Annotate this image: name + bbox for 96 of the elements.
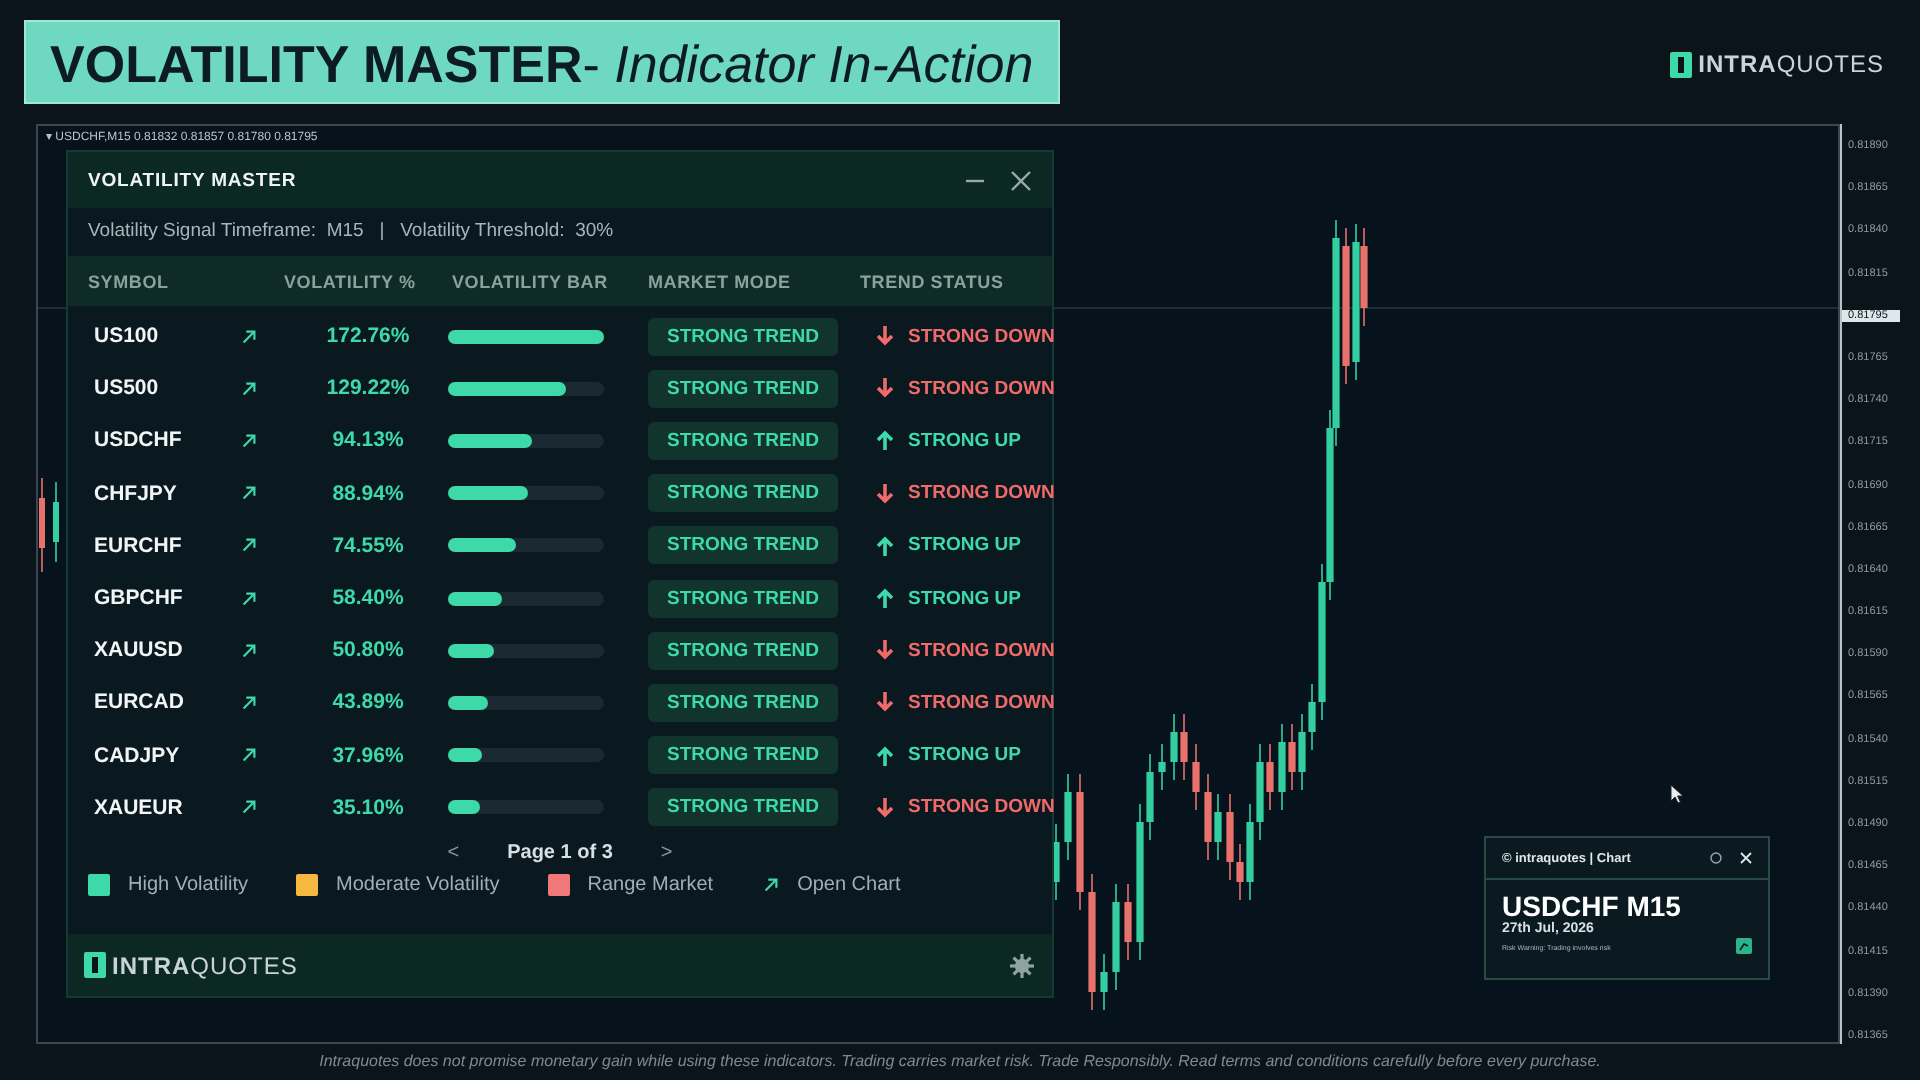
market-mode-badge: STRONG TREND (648, 421, 838, 460)
symbol-cell-text: XAUUSD (92, 638, 185, 663)
candle (39, 477, 45, 573)
market-mode-badge: STRONG TREND (648, 317, 838, 356)
column-header: VOLATILITY BAR (452, 271, 610, 291)
column-header: SYMBOL (88, 271, 171, 291)
arrow-up-icon (876, 535, 894, 556)
disclaimer-text: Intraquotes does not promise monetary gain while using these indicators. Trading carries market risk. Trade Responsibly. Read terms and conditions carefully before every purchase. (317, 1050, 1603, 1074)
arrow-down-icon (876, 692, 894, 713)
popup-symbol: USDCHF M15 (1502, 892, 1683, 922)
trend-status: STRONG DOWN (908, 796, 1055, 819)
symbol-cell-text: EURCAD (92, 690, 186, 715)
open-chart-icon[interactable] (240, 641, 258, 660)
open-chart-icon[interactable] (240, 431, 258, 450)
panel-title: VOLATILITY MASTER (88, 169, 297, 191)
open-chart-icon[interactable] (240, 536, 258, 555)
symbol-cell-text: CADJPY (92, 743, 182, 768)
symbol-cell-text: EURCHF (92, 533, 184, 558)
symbol-cell-text: GBPCHF (92, 586, 185, 611)
symbol-cell-text: USDCHF (92, 428, 184, 453)
open-chart-icon[interactable] (240, 379, 258, 398)
arrow-down-icon (876, 326, 894, 347)
candle (1100, 953, 1108, 1011)
legend-label: High Volatility (128, 873, 249, 896)
symbol-cell-text: CHFJPY (92, 481, 179, 506)
column-header: TREND STATUS (860, 271, 1006, 291)
open-chart-icon[interactable] (240, 589, 258, 608)
open-chart-icon[interactable] (240, 484, 258, 503)
settings-text: Volatility Signal Timeframe: M15 | Volatility Threshold: 30% (86, 218, 616, 246)
trend-status: STRONG DOWN (908, 691, 1055, 714)
arrow-up-icon (876, 745, 894, 766)
symbol-cell-text: US100 (92, 324, 161, 349)
candle (1124, 883, 1132, 961)
symbol-cell-text: XAUEUR (92, 795, 185, 820)
logo-icon (1670, 51, 1693, 77)
previous-page-button[interactable]: < (447, 841, 460, 864)
candle (53, 481, 59, 563)
open-chart-icon[interactable] (240, 327, 258, 346)
brand-logo: INTRAQUOTES (1698, 50, 1884, 78)
trend-status: STRONG UP (908, 587, 1021, 610)
market-mode-badge: STRONG TREND (648, 369, 838, 408)
volatility-cell-text: 58.40% (330, 586, 406, 611)
volatility-cell-text: 129.22% (324, 376, 412, 401)
arrow-up-icon (876, 588, 894, 609)
volatility-cell-text: 50.80% (330, 638, 406, 663)
candle (1088, 873, 1096, 1011)
trend-status: STRONG UP (908, 534, 1021, 557)
legend-label: Open Chart (797, 873, 901, 896)
market-mode-badge: STRONG TREND (648, 631, 838, 670)
market-mode-badge: STRONG TREND (648, 683, 838, 722)
market-mode-badge: STRONG TREND (648, 579, 838, 618)
symbol-cell-text: US500 (92, 376, 161, 401)
open-chart-icon[interactable] (240, 798, 258, 817)
candle (1076, 773, 1084, 911)
next-page-button[interactable]: > (660, 841, 673, 864)
candle (1192, 743, 1200, 811)
legend-label: Moderate Volatility (336, 873, 500, 896)
trend-status: STRONG DOWN (908, 639, 1055, 662)
volatility-cell-text: 172.76% (324, 324, 412, 349)
trend-status: STRONG DOWN (908, 377, 1055, 400)
candle (1064, 773, 1072, 861)
market-mode-badge: STRONG TREND (648, 788, 838, 827)
settings-icon[interactable] (1008, 951, 1036, 979)
chart-icon[interactable] (1736, 938, 1752, 954)
volatility-cell-text: 43.89% (330, 690, 406, 715)
trend-status: STRONG DOWN (908, 482, 1055, 505)
column-header: MARKET MODE (648, 271, 793, 291)
logo-icon (84, 952, 106, 978)
page-title-banner: VOLATILITY MASTER- Indicator In-Action (24, 20, 1060, 104)
column-header: VOLATILITY % (284, 271, 418, 291)
arrow-down-icon (876, 483, 894, 504)
arrow-down-icon (876, 640, 894, 661)
trend-status: STRONG UP (908, 429, 1021, 452)
market-mode-badge: STRONG TREND (648, 474, 838, 513)
open-chart-icon[interactable] (240, 693, 258, 712)
legend-label: Range Market (587, 873, 714, 896)
page-indicator: Page 1 of 3 (507, 841, 613, 864)
volatility-cell-text: 88.94% (330, 481, 406, 506)
arrow-up-icon (876, 430, 894, 451)
volatility-cell-text: 35.10% (330, 795, 406, 820)
market-mode-badge: STRONG TREND (648, 736, 838, 775)
arrow-down-icon (876, 797, 894, 818)
open-chart-icon[interactable] (240, 746, 258, 765)
open-chart-icon (761, 875, 780, 894)
pointer-icon (1670, 784, 1684, 804)
trend-status: STRONG DOWN (908, 325, 1055, 348)
arrow-down-icon (876, 378, 894, 399)
brand-logo: INTRAQUOTES (112, 951, 298, 979)
trend-status: STRONG UP (908, 744, 1021, 767)
candle (1158, 743, 1166, 791)
candle (1112, 883, 1120, 991)
close-icon[interactable] (1010, 169, 1032, 191)
volatility-cell-text: 37.96% (330, 743, 406, 768)
volatility-cell-text: 94.13% (330, 428, 406, 453)
market-mode-badge: STRONG TREND (648, 526, 838, 565)
volatility-cell-text: 74.55% (330, 533, 406, 558)
